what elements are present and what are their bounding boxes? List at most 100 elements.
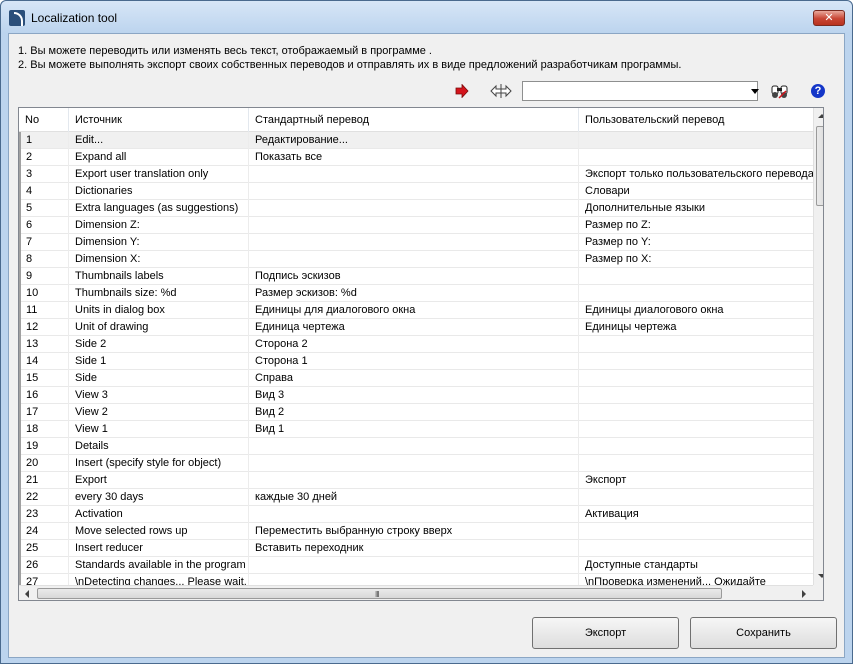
cell-user-translation[interactable]: Доступные стандарты: [579, 557, 813, 574]
cell-source[interactable]: \nDetecting changes... Please wait.: [69, 574, 249, 585]
cell-source[interactable]: Insert reducer: [69, 540, 249, 557]
cell-no[interactable]: 14: [19, 353, 69, 370]
table-row[interactable]: 19 Details: [19, 438, 813, 455]
cell-standard-translation[interactable]: [249, 251, 579, 268]
cell-no[interactable]: 26: [19, 557, 69, 574]
table-row[interactable]: 4 Dictionaries Словари: [19, 183, 813, 200]
scroll-right-button[interactable]: [796, 586, 813, 600]
cell-no[interactable]: 7: [19, 234, 69, 251]
cell-no[interactable]: 11: [19, 302, 69, 319]
table-row[interactable]: 13 Side 2 Сторона 2: [19, 336, 813, 353]
table-row[interactable]: 11 Units in dialog box Единицы для диалого…: [19, 302, 813, 319]
cell-user-translation[interactable]: Экспорт: [579, 472, 813, 489]
cell-source[interactable]: Side 1: [69, 353, 249, 370]
cell-source[interactable]: Side 2: [69, 336, 249, 353]
cell-user-translation[interactable]: [579, 370, 813, 387]
cell-source[interactable]: View 3: [69, 387, 249, 404]
cell-user-translation[interactable]: [579, 489, 813, 506]
table-row[interactable]: 27 \nDetecting changes... Please wait. \nП…: [19, 574, 813, 585]
cell-user-translation[interactable]: Размер по Z:: [579, 217, 813, 234]
table-row[interactable]: 24 Move selected rows up Переместить выбра…: [19, 523, 813, 540]
cell-no[interactable]: 10: [19, 285, 69, 302]
scroll-down-button[interactable]: [814, 568, 823, 585]
cell-user-translation[interactable]: \nПроверка изменений... Ожидайте: [579, 574, 813, 585]
cell-standard-translation[interactable]: [249, 438, 579, 455]
cell-no[interactable]: 23: [19, 506, 69, 523]
cell-standard-translation[interactable]: [249, 506, 579, 523]
arrow-right-icon[interactable]: [455, 84, 469, 98]
horizontal-scrollbar[interactable]: III: [19, 585, 813, 600]
cell-source[interactable]: Thumbnails labels: [69, 268, 249, 285]
cell-source[interactable]: View 2: [69, 404, 249, 421]
table-row[interactable]: 7 Dimension Y: Размер по Y:: [19, 234, 813, 251]
table-row[interactable]: 14 Side 1 Сторона 1: [19, 353, 813, 370]
cell-source[interactable]: Dimension Z:: [69, 217, 249, 234]
table-row[interactable]: 16 View 3 Вид 3: [19, 387, 813, 404]
cell-standard-translation[interactable]: Вид 3: [249, 387, 579, 404]
title-bar[interactable]: Localization tool ✕: [1, 1, 852, 33]
cell-no[interactable]: 13: [19, 336, 69, 353]
cell-user-translation[interactable]: Дополнительные языки: [579, 200, 813, 217]
cell-no[interactable]: 2: [19, 149, 69, 166]
table-row[interactable]: 9 Thumbnails labels Подпись эскизов: [19, 268, 813, 285]
cell-standard-translation[interactable]: [249, 200, 579, 217]
cell-no[interactable]: 16: [19, 387, 69, 404]
cell-source[interactable]: Expand all: [69, 149, 249, 166]
cell-user-translation[interactable]: [579, 540, 813, 557]
table-row[interactable]: 2 Expand all Показать все: [19, 149, 813, 166]
cell-source[interactable]: every 30 days: [69, 489, 249, 506]
table-row[interactable]: 12 Unit of drawing Единица чертежа Единицы …: [19, 319, 813, 336]
cell-user-translation[interactable]: Размер по X:: [579, 251, 813, 268]
cell-standard-translation[interactable]: Сторона 2: [249, 336, 579, 353]
table-row[interactable]: 6 Dimension Z: Размер по Z:: [19, 217, 813, 234]
cell-no[interactable]: 4: [19, 183, 69, 200]
cell-source[interactable]: Side: [69, 370, 249, 387]
cell-user-translation[interactable]: Словари: [579, 183, 813, 200]
cell-standard-translation[interactable]: [249, 234, 579, 251]
cell-source[interactable]: Units in dialog box: [69, 302, 249, 319]
cell-standard-translation[interactable]: Показать все: [249, 149, 579, 166]
cell-standard-translation[interactable]: Вид 2: [249, 404, 579, 421]
cell-standard-translation[interactable]: Единица чертежа: [249, 319, 579, 336]
cell-standard-translation[interactable]: Сторона 1: [249, 353, 579, 370]
cell-user-translation[interactable]: [579, 523, 813, 540]
cell-source[interactable]: Thumbnails size: %d: [69, 285, 249, 302]
cell-user-translation[interactable]: [579, 285, 813, 302]
swap-arrows-icon[interactable]: [490, 83, 512, 99]
cell-user-translation[interactable]: [579, 438, 813, 455]
cell-source[interactable]: Export: [69, 472, 249, 489]
cell-user-translation[interactable]: [579, 132, 813, 149]
cell-user-translation[interactable]: [579, 268, 813, 285]
column-header-source[interactable]: Источник: [69, 108, 249, 132]
cell-standard-translation[interactable]: [249, 217, 579, 234]
find-icon[interactable]: [771, 82, 789, 100]
cell-no[interactable]: 27: [19, 574, 69, 585]
cell-user-translation[interactable]: Единицы диалогового окна: [579, 302, 813, 319]
table-row[interactable]: 5 Extra languages (as suggestions) Дополни…: [19, 200, 813, 217]
horizontal-scroll-thumb[interactable]: III: [37, 588, 722, 599]
cell-user-translation[interactable]: Активация: [579, 506, 813, 523]
cell-source[interactable]: Dimension X:: [69, 251, 249, 268]
cell-source[interactable]: Standards available in the program: [69, 557, 249, 574]
cell-no[interactable]: 19: [19, 438, 69, 455]
cell-no[interactable]: 24: [19, 523, 69, 540]
table-row[interactable]: 22 every 30 days каждые 30 дней: [19, 489, 813, 506]
close-button[interactable]: ✕: [813, 10, 845, 26]
export-button[interactable]: Экспорт: [532, 617, 679, 649]
cell-no[interactable]: 1: [19, 132, 69, 149]
cell-standard-translation[interactable]: Вставить переходник: [249, 540, 579, 557]
cell-standard-translation[interactable]: Размер эскизов: %d: [249, 285, 579, 302]
table-row[interactable]: 18 View 1 Вид 1: [19, 421, 813, 438]
cell-source[interactable]: Move selected rows up: [69, 523, 249, 540]
cell-source[interactable]: Activation: [69, 506, 249, 523]
cell-standard-translation[interactable]: каждые 30 дней: [249, 489, 579, 506]
save-button[interactable]: Сохранить: [690, 617, 837, 649]
cell-standard-translation[interactable]: Переместить выбранную строку вверх: [249, 523, 579, 540]
vertical-scroll-thumb[interactable]: [816, 126, 823, 206]
scroll-left-button[interactable]: [19, 586, 36, 600]
table-row[interactable]: 1 Edit... Редактирование...: [19, 132, 813, 149]
table-row[interactable]: 26 Standards available in the program Дост…: [19, 557, 813, 574]
cell-user-translation[interactable]: [579, 353, 813, 370]
cell-user-translation[interactable]: [579, 149, 813, 166]
cell-user-translation[interactable]: [579, 455, 813, 472]
